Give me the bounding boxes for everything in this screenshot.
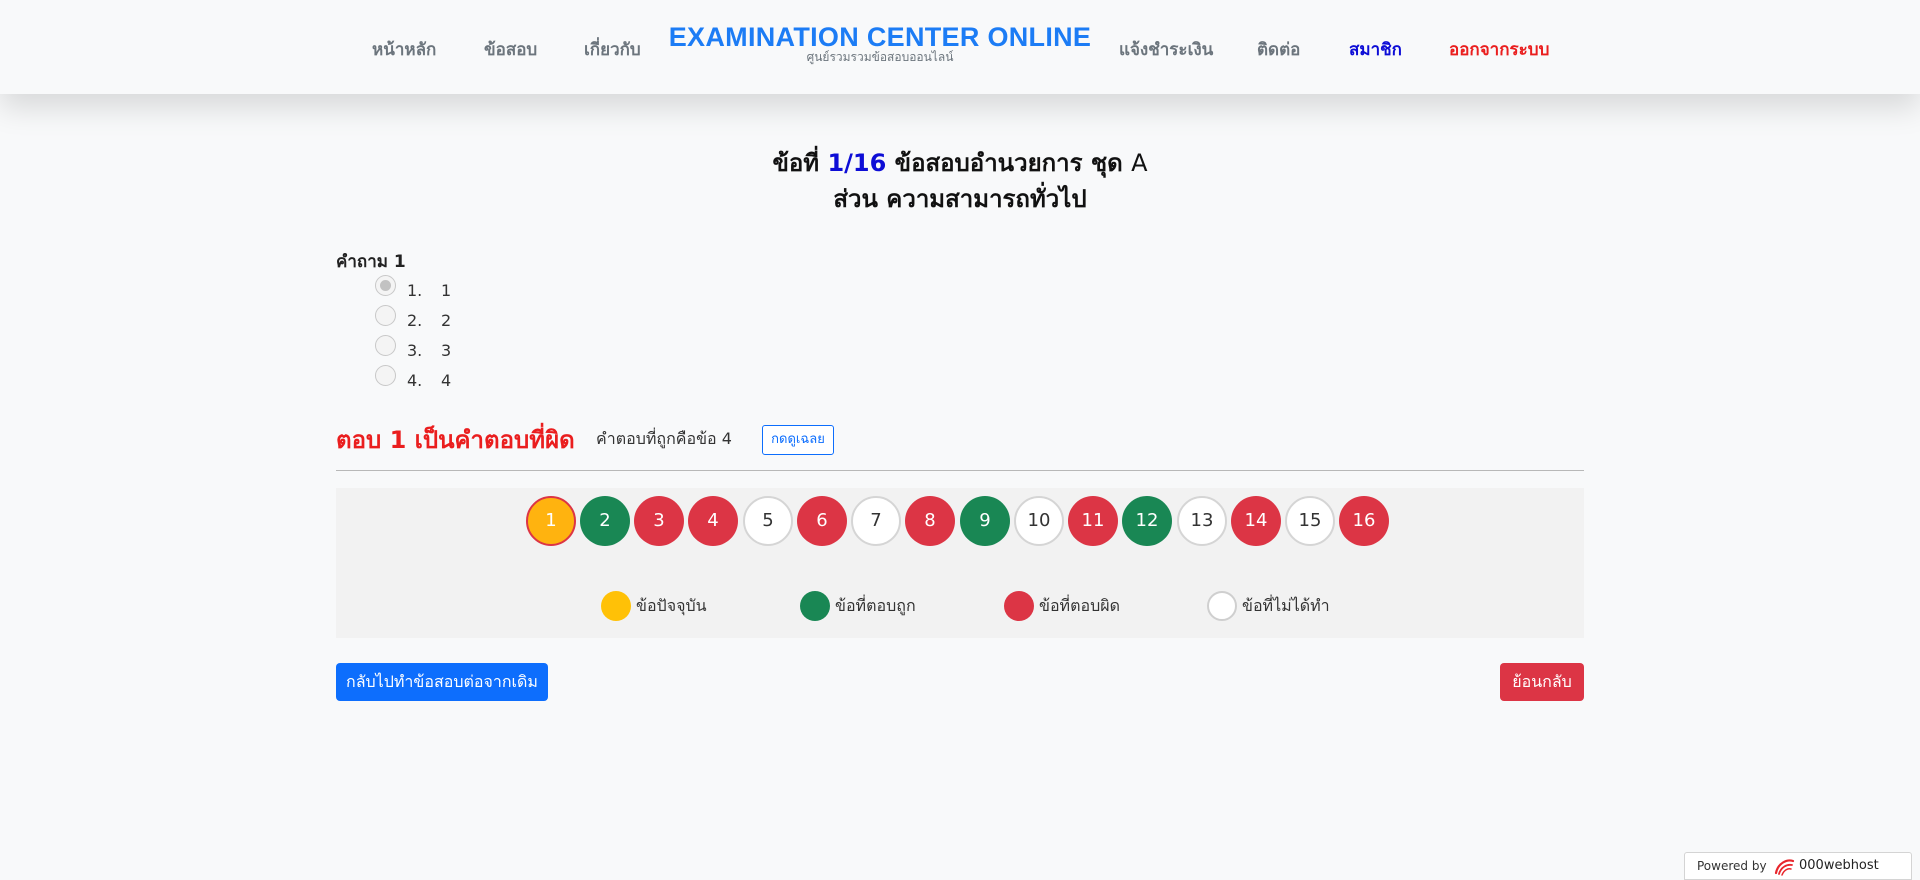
legend-unanswered-label: ข้อที่ไม่ได้ทำ [1242, 596, 1330, 615]
continue-exam-button[interactable]: กลับไปทำข้อสอบต่อจากเดิม [336, 663, 548, 701]
brand-title[interactable]: EXAMINATION CENTER ONLINE [660, 22, 1100, 52]
legend-correct-dot [800, 591, 830, 621]
powered-by-text: Powered by [1697, 859, 1767, 873]
legend-unanswered-dot [1207, 591, 1237, 621]
nav-link-home[interactable]: หน้าหลัก [372, 36, 436, 63]
host-brand-name: 000webhost [1799, 858, 1879, 873]
choice-number: 1. [407, 281, 423, 300]
choice-radio[interactable] [375, 335, 396, 356]
exam-set: A [1131, 149, 1148, 177]
question-bubble[interactable]: 10 [1014, 496, 1064, 546]
question-bubble[interactable]: 6 [797, 496, 847, 546]
question-bubble[interactable]: 8 [905, 496, 955, 546]
nav-link-payment[interactable]: แจ้งชำระเงิน [1119, 36, 1213, 63]
show-answer-button[interactable]: กดดูเฉลย [762, 425, 834, 455]
back-button[interactable]: ย้อนกลับ [1500, 663, 1584, 701]
question-bubble[interactable]: 3 [634, 496, 684, 546]
correct-answer-text: คำตอบที่ถูกคือข้อ 4 [596, 429, 732, 448]
divider [336, 470, 1584, 471]
legend-wrong-dot [1004, 591, 1034, 621]
section-title: ส่วน ความสามารถทั่วไป [833, 185, 1087, 213]
question-bubble[interactable]: 15 [1285, 496, 1335, 546]
choice-number: 4. [407, 371, 423, 390]
legend-current-label: ข้อปัจจุบัน [636, 596, 707, 615]
question-bubble[interactable]: 4 [688, 496, 738, 546]
question-nav-panel [336, 488, 1584, 638]
choice-text: 4 [441, 371, 452, 390]
question-bubble[interactable]: 11 [1068, 496, 1118, 546]
choice-radio-selected[interactable] [375, 275, 396, 296]
question-number: 1/16 [827, 149, 887, 177]
question-bubble[interactable]: 5 [743, 496, 793, 546]
choice-radio[interactable] [375, 305, 396, 326]
legend-wrong-label: ข้อที่ตอบผิด [1039, 596, 1121, 615]
brand[interactable]: EXAMINATION CENTER ONLINE ศูนย์รวมรวมข้อ… [660, 22, 1100, 63]
question-bubble[interactable]: 14 [1231, 496, 1281, 546]
question-bubble[interactable]: 7 [851, 496, 901, 546]
question-prefix: ข้อที่ [772, 149, 820, 177]
nav-link-logout[interactable]: ออกจากระบบ [1449, 36, 1549, 63]
nav-link-contact[interactable]: ติดต่อ [1257, 36, 1300, 63]
powered-by-badge[interactable]: Powered by 000webhost [1684, 852, 1912, 880]
legend-current-dot [601, 591, 631, 621]
brand-subtitle: ศูนย์รวมรวมข้อสอบออนไลน์ [806, 50, 954, 64]
choice-radio[interactable] [375, 365, 396, 386]
exam-title: ข้อสอบอำนวยการ ชุด [894, 149, 1123, 177]
choice-number: 2. [407, 311, 423, 330]
webhost-logo-icon [1774, 859, 1795, 876]
choice-text: 2 [441, 311, 452, 330]
choice-text: 1 [441, 281, 452, 300]
exam-heading: ข้อที่ 1/16 ข้อสอบอำนวยการ ชุด A ส่วน คว… [0, 145, 1920, 217]
nav-link-exams[interactable]: ข้อสอบ [484, 36, 537, 63]
top-navbar: หน้าหลัก ข้อสอบ เกี่ยวกับ EXAMINATION CE… [0, 0, 1920, 94]
question-label: คำถาม 1 [336, 252, 406, 272]
choice-text: 3 [441, 341, 452, 360]
result-wrong-message: ตอบ 1 เป็นคำตอบที่ผิด [336, 426, 575, 454]
question-bubble[interactable]: 9 [960, 496, 1010, 546]
nav-link-about[interactable]: เกี่ยวกับ [584, 36, 641, 63]
question-bubble[interactable]: 2 [580, 496, 630, 546]
question-bubble[interactable]: 16 [1339, 496, 1389, 546]
question-bubble[interactable]: 13 [1177, 496, 1227, 546]
question-bubble[interactable]: 12 [1122, 496, 1172, 546]
nav-link-member[interactable]: สมาชิก [1349, 36, 1402, 63]
question-bubble[interactable]: 1 [526, 496, 576, 546]
question-title: ข้อที่ 1/16 ข้อสอบอำนวยการ ชุด A [0, 145, 1920, 181]
legend-correct-label: ข้อที่ตอบถูก [835, 596, 916, 615]
choice-number: 3. [407, 341, 423, 360]
